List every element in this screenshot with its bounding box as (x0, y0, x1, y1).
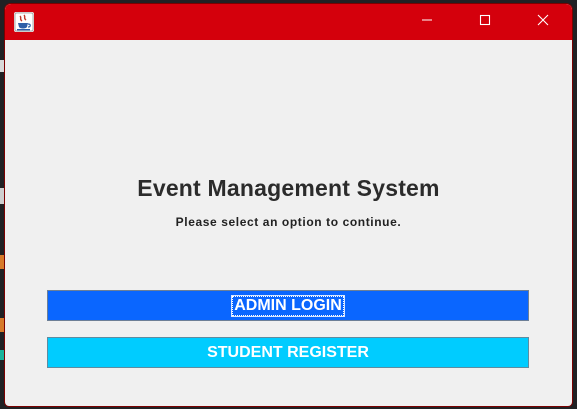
close-icon (537, 13, 549, 31)
minimize-icon (421, 13, 433, 31)
page-subtitle: Please select an option to continue. (175, 215, 402, 229)
student-register-button[interactable]: STUDENT REGISTER (47, 337, 529, 368)
app-window: Event Management System Please select an… (5, 4, 572, 406)
title-bar[interactable] (5, 4, 572, 40)
page-title: Event Management System (137, 175, 440, 201)
admin-login-button[interactable]: ADMIN LOGIN (47, 290, 529, 321)
desktop-background: Event Management System Please select an… (0, 0, 577, 409)
maximize-icon (479, 13, 491, 31)
maximize-button[interactable] (456, 4, 514, 40)
minimize-button[interactable] (398, 4, 456, 40)
java-app-icon[interactable] (14, 12, 34, 32)
admin-login-label: ADMIN LOGIN (231, 294, 345, 317)
close-button[interactable] (514, 4, 572, 40)
main-panel: Event Management System Please select an… (5, 40, 572, 406)
student-register-label: STUDENT REGISTER (207, 343, 369, 361)
